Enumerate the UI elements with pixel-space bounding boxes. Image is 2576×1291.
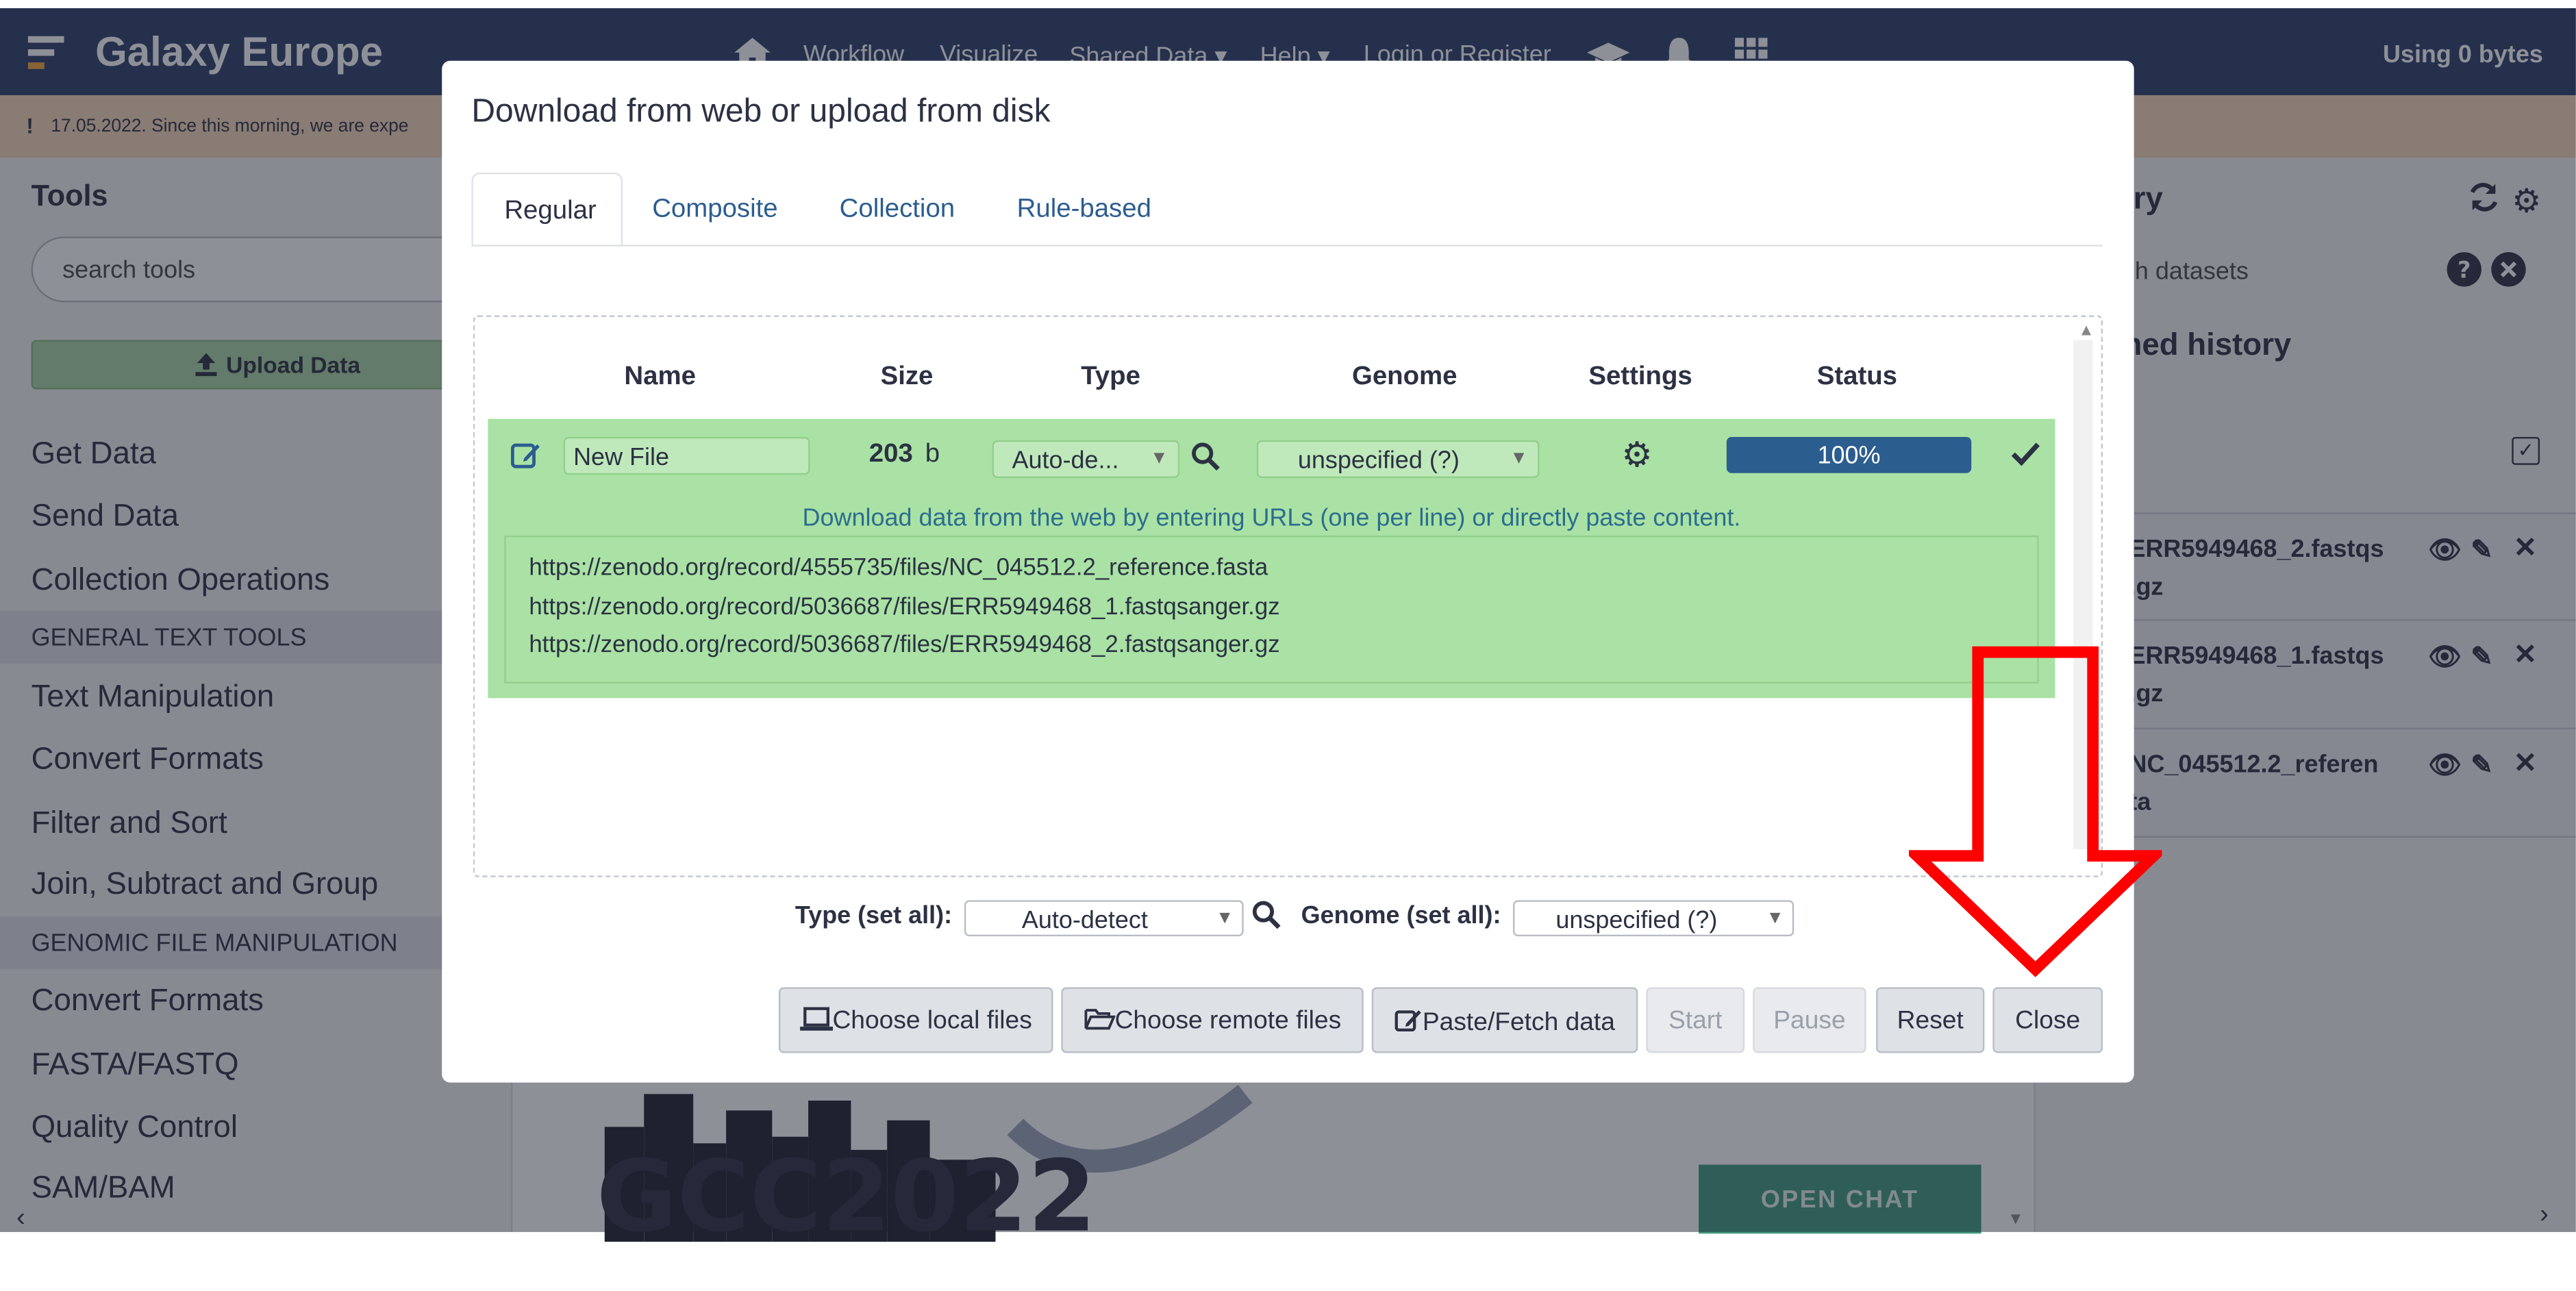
file-name-input[interactable]: New File — [563, 437, 810, 475]
laptop-icon — [799, 1007, 833, 1031]
col-header-type: Type — [1081, 363, 1140, 391]
paste-fetch-data-label: Paste/Fetch data — [1422, 1008, 1615, 1037]
close-button[interactable]: Close — [1992, 987, 2103, 1053]
red-arrow-annotation-icon — [1909, 646, 2162, 977]
file-genome-value: unspecified (?) — [1297, 447, 1460, 475]
galaxy-app: Galaxy Europe Workflow Visualize Shared … — [0, 0, 2576, 1291]
chevron-down-icon: ▼ — [1150, 448, 1168, 468]
settings-gear-icon[interactable]: ⚙ — [1621, 436, 1652, 477]
folder-open-icon — [1084, 1007, 1115, 1031]
dialog-title: Download from web or upload from disk — [471, 93, 1051, 130]
col-header-status: Status — [1816, 363, 1898, 391]
url-line: https://zenodo.org/record/4555735/files/… — [529, 555, 1268, 582]
genome-set-all-label: Genome (set all): — [1301, 901, 1501, 930]
url-line: https://zenodo.org/record/5036687/files/… — [529, 594, 1280, 621]
upload-progress-label: 100% — [1817, 442, 1881, 470]
checkmark-icon — [2011, 440, 2040, 466]
reset-button[interactable]: Reset — [1876, 987, 1985, 1053]
file-size-unit: b — [925, 440, 940, 468]
edit-icon — [1395, 1007, 1423, 1033]
type-set-all-value: Auto-detect — [1021, 906, 1148, 935]
start-button[interactable]: Start — [1646, 987, 1745, 1053]
upload-dialog: Download from web or upload from disk Re… — [442, 60, 2134, 1083]
url-line: https://zenodo.org/record/5036687/files/… — [529, 632, 1280, 659]
tab-divider — [471, 245, 2103, 247]
col-header-name: Name — [624, 363, 696, 391]
genome-set-all-select[interactable]: unspecified (?) ▼ — [1513, 900, 1795, 937]
type-set-all-label: Type (set all): — [795, 901, 953, 930]
file-size-value: 203 — [868, 440, 913, 468]
file-type-value: Auto-de... — [1012, 447, 1119, 475]
col-header-genome: Genome — [1351, 363, 1458, 391]
search-icon[interactable] — [1191, 442, 1221, 471]
list-scroll-up-arrow[interactable]: ▲ — [2078, 322, 2094, 340]
tab-collection[interactable]: Collection — [840, 173, 955, 247]
tab-rule-based[interactable]: Rule-based — [1017, 173, 1151, 247]
choose-local-files-label: Choose local files — [832, 1007, 1032, 1036]
col-header-size: Size — [880, 363, 934, 391]
url-hint-text: Download data from the web by entering U… — [802, 504, 1741, 533]
choose-local-files-button[interactable]: Choose local files — [778, 987, 1053, 1053]
chevron-down-icon: ▼ — [1216, 908, 1234, 929]
genome-set-all-value: unspecified (?) — [1555, 906, 1718, 935]
choose-remote-files-button[interactable]: Choose remote files — [1061, 987, 1364, 1053]
paste-fetch-data-button[interactable]: Paste/Fetch data — [1371, 987, 1638, 1053]
pause-button[interactable]: Pause — [1753, 987, 1866, 1053]
url-paste-textarea[interactable]: https://zenodo.org/record/4555735/files/… — [504, 535, 2039, 684]
edit-icon[interactable] — [510, 440, 540, 470]
type-set-all-select[interactable]: Auto-detect ▼ — [964, 900, 1244, 937]
tab-composite[interactable]: Composite — [652, 173, 777, 247]
col-header-settings: Settings — [1588, 363, 1692, 391]
file-genome-select[interactable]: unspecified (?) ▼ — [1256, 440, 1540, 478]
chevron-down-icon: ▼ — [1510, 448, 1528, 468]
choose-remote-files-label: Choose remote files — [1114, 1007, 1342, 1036]
tab-regular[interactable]: Regular — [471, 172, 623, 247]
upload-progress-bar: 100% — [1726, 437, 1972, 473]
search-icon[interactable] — [1252, 900, 1281, 929]
file-type-select[interactable]: Auto-de... ▼ — [992, 440, 1180, 478]
chevron-down-icon: ▼ — [1766, 908, 1784, 929]
file-size: 203 b — [869, 440, 940, 470]
